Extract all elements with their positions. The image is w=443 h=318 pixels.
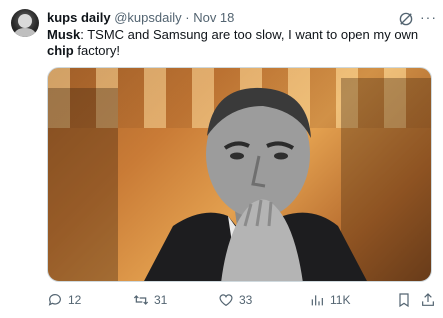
tweet-header: kups daily @kupsdaily · Nov 18 xyxy=(47,10,234,26)
like-count: 33 xyxy=(239,293,253,307)
separator: · xyxy=(185,10,190,25)
handle[interactable]: @kupsdaily xyxy=(114,10,181,25)
person-photo xyxy=(144,87,367,281)
share-button[interactable] xyxy=(420,290,436,310)
like-button[interactable]: 33 xyxy=(218,290,252,310)
views-button[interactable]: 11K xyxy=(309,290,350,310)
bookmark-icon xyxy=(399,293,409,308)
display-name[interactable]: kups daily xyxy=(47,10,111,25)
bookmark-button[interactable] xyxy=(396,290,412,310)
text-part1: : TSMC and Samsung are too slow, I want … xyxy=(80,27,419,42)
avatar[interactable] xyxy=(11,9,39,37)
repost-count: 31 xyxy=(154,293,168,307)
avatar-head xyxy=(18,14,32,28)
more-icon[interactable]: ··· xyxy=(420,9,437,25)
like-icon xyxy=(219,294,233,307)
avatar-body xyxy=(14,28,36,37)
share-icon xyxy=(422,293,434,306)
reply-icon xyxy=(48,294,61,306)
grok-icon[interactable] xyxy=(397,10,415,28)
reply-count: 12 xyxy=(68,293,82,307)
text-part2: factory! xyxy=(73,43,120,58)
tweet-image[interactable] xyxy=(47,67,432,282)
factory-machine-left xyxy=(48,88,118,281)
views-count: 11K xyxy=(330,293,351,307)
views-icon xyxy=(311,295,323,306)
repost-button[interactable]: 31 xyxy=(133,290,167,310)
action-bar: 12 31 33 11K xyxy=(0,290,443,310)
tweet-text: Musk: TSMC and Samsung are too slow, I w… xyxy=(47,27,432,59)
repost-icon xyxy=(133,295,149,305)
text-bold-chip: chip xyxy=(47,43,74,58)
text-lead: Musk xyxy=(47,27,81,42)
reply-button[interactable]: 12 xyxy=(47,290,81,310)
post-date[interactable]: Nov 18 xyxy=(193,10,234,25)
